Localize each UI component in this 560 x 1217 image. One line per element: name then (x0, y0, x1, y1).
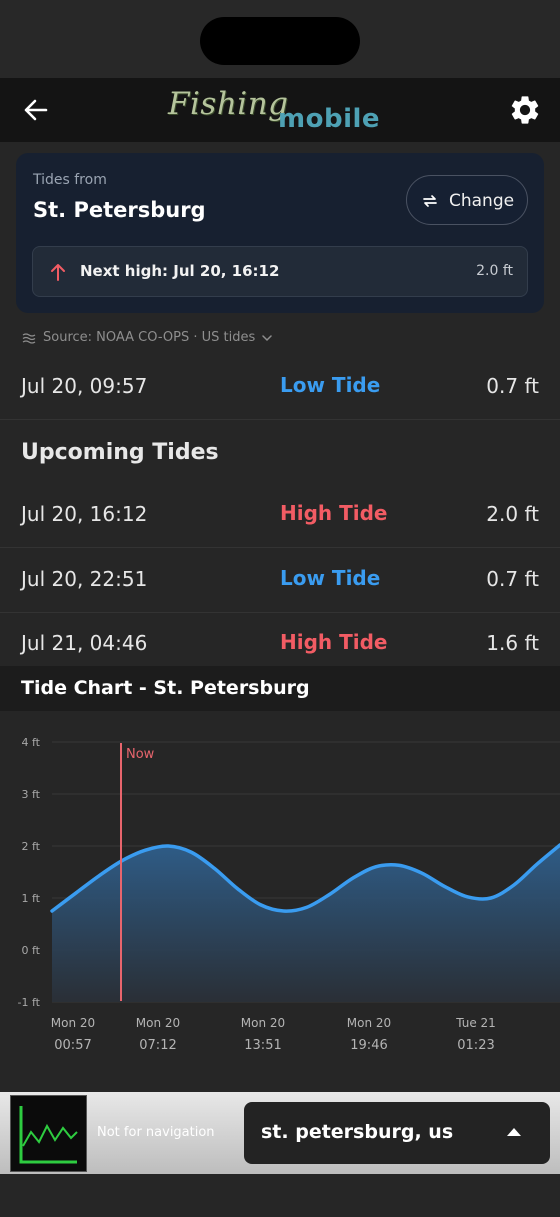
x-tick-time: 00:57 (54, 1038, 91, 1053)
x-tick-day: Mon 20 (241, 1016, 285, 1030)
settings-button[interactable] (508, 93, 542, 127)
tide-row: Jul 20, 16:12 High Tide 2.0 ft (0, 484, 560, 548)
chevron-down-icon (262, 334, 272, 341)
tide-height: 2.0 ft (486, 502, 539, 526)
x-tick-time: 19:46 (350, 1038, 387, 1053)
location-dropdown-value: st. petersburg, us (261, 1121, 454, 1143)
tide-row: Jul 20, 22:51 Low Tide 0.7 ft (0, 549, 560, 613)
tides-from-label: Tides from (33, 172, 107, 188)
tide-type: Low Tide (280, 566, 381, 590)
x-tick-time: 07:12 (139, 1038, 176, 1053)
back-button[interactable] (18, 94, 54, 126)
tide-time: Jul 20, 16:12 (21, 502, 148, 526)
current-tide-row: Jul 20, 09:57 Low Tide 0.7 ft (0, 356, 560, 420)
y-tick-label: 1 ft (22, 892, 41, 905)
y-tick-label: 4 ft (22, 736, 41, 749)
tide-chart-title: Tide Chart - St. Petersburg (21, 677, 310, 699)
arrow-up-icon (51, 264, 65, 281)
tide-time: Jul 21, 04:46 (21, 631, 148, 655)
tide-time: Jul 20, 09:57 (21, 374, 148, 398)
logo-fishing-text: Fishing (168, 86, 289, 122)
tide-chart: 4 ft 3 ft 2 ft 1 ft 0 ft -1 ft Now Mon 20 00:57 M… (0, 711, 560, 1091)
x-tick-day: Tue 21 (455, 1016, 496, 1030)
next-high-text: Next high: Jul 20, 16:12 (80, 262, 280, 280)
tide-chart-svg: 4 ft 3 ft 2 ft 1 ft 0 ft -1 ft Now Mon 20 00:57 M… (18, 736, 560, 1053)
waves-icon (22, 332, 36, 344)
tide-time: Jul 20, 22:51 (21, 567, 148, 591)
tide-height: 1.6 ft (486, 631, 539, 655)
dynamic-island (200, 17, 360, 65)
tide-type: Low Tide (280, 373, 381, 397)
gear-icon (511, 96, 539, 124)
change-location-button[interactable]: Change (406, 175, 528, 225)
y-tick-label: 3 ft (22, 788, 41, 801)
caret-up-icon (507, 1128, 521, 1136)
location-name: St. Petersburg (33, 198, 206, 222)
bottom-bar: Not for navigation st. petersburg, us (0, 1092, 560, 1174)
y-tick-label: 2 ft (22, 840, 41, 853)
home-indicator-area (0, 1174, 560, 1217)
data-source-selector[interactable]: Source: NOAA CO-OPS · US tides (22, 330, 272, 345)
chart-app-icon-graphic (19, 1106, 78, 1164)
app-header: Fishing mobile (0, 78, 560, 142)
next-high-banner: Next high: Jul 20, 16:12 2.0 ft (32, 246, 528, 297)
upcoming-tides-title: Upcoming Tides (21, 440, 219, 465)
source-text: Source: NOAA CO-OPS · US tides (43, 330, 256, 345)
tide-type: High Tide (280, 630, 388, 654)
x-tick-day: Mon 20 (136, 1016, 180, 1030)
x-tick-time: 01:23 (457, 1038, 494, 1053)
chart-app-icon[interactable] (10, 1095, 87, 1172)
x-tick-time: 13:51 (244, 1038, 281, 1053)
tide-height: 0.7 ft (486, 567, 539, 591)
swap-icon (423, 195, 437, 207)
y-tick-label: -1 ft (18, 996, 41, 1009)
tide-height: 0.7 ft (486, 374, 539, 398)
arrow-left-icon (24, 99, 48, 121)
app-logo: Fishing mobile (168, 86, 398, 138)
status-bar (0, 0, 560, 78)
logo-mobile-text: mobile (278, 104, 381, 134)
navigation-disclaimer: Not for navigation (97, 1125, 215, 1140)
next-high-value: 2.0 ft (476, 263, 513, 279)
tide-type: High Tide (280, 501, 388, 525)
tide-area (52, 844, 560, 1002)
x-tick-day: Mon 20 (51, 1016, 95, 1030)
change-button-label: Change (449, 191, 515, 211)
tide-chart-header: Tide Chart - St. Petersburg (0, 666, 560, 711)
tide-location-card: Tides from St. Petersburg Change Next hi… (16, 153, 544, 313)
now-label: Now (126, 747, 155, 762)
y-tick-label: 0 ft (22, 944, 41, 957)
location-dropdown[interactable]: st. petersburg, us (244, 1102, 550, 1164)
x-tick-day: Mon 20 (347, 1016, 391, 1030)
